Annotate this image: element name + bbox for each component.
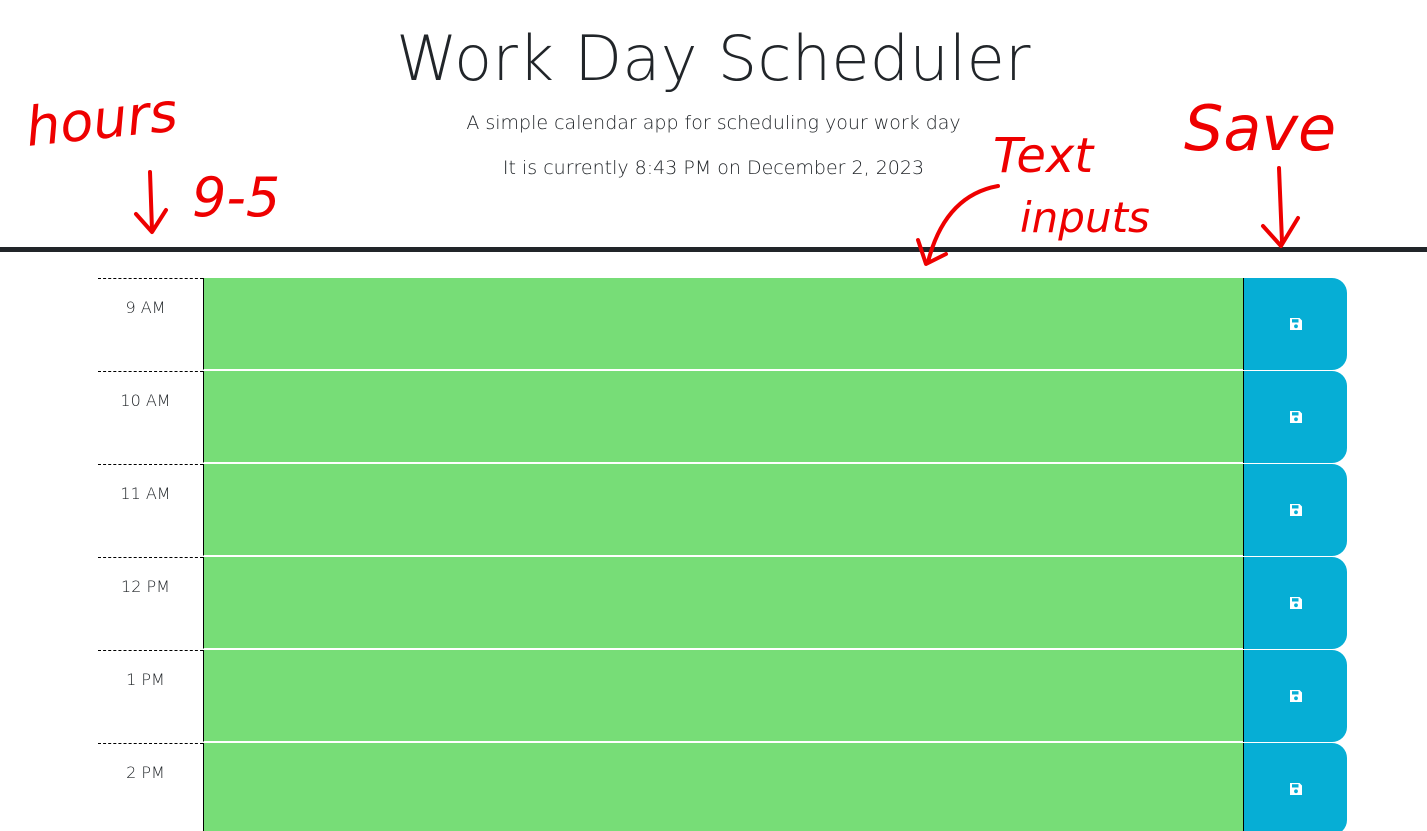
- event-text-input[interactable]: [203, 371, 1243, 463]
- hour-label: 9 AM: [98, 278, 203, 371]
- save-button[interactable]: [1243, 371, 1347, 463]
- floppy-disk-icon: [1289, 318, 1302, 330]
- page-header: Work Day Scheduler A simple calendar app…: [0, 0, 1427, 252]
- floppy-disk-icon: [1289, 411, 1302, 423]
- event-text-input[interactable]: [203, 557, 1243, 649]
- time-block-row: 1 PM: [98, 650, 1347, 743]
- hour-label: 10 AM: [98, 371, 203, 464]
- current-day: It is currently 8:43 PM on December 2, 2…: [502, 157, 925, 179]
- time-block-row: 9 AM: [98, 278, 1347, 371]
- save-button[interactable]: [1243, 464, 1347, 556]
- save-button[interactable]: [1243, 650, 1347, 742]
- event-text-input[interactable]: [203, 278, 1243, 370]
- hour-label: 12 PM: [98, 557, 203, 650]
- floppy-disk-icon: [1289, 504, 1302, 516]
- hour-label: 1 PM: [98, 650, 203, 743]
- schedule: 9 AM 10 AM 11 AM 12 PM 1 PM 2 PM: [98, 278, 1347, 831]
- save-button[interactable]: [1243, 743, 1347, 831]
- save-button[interactable]: [1243, 557, 1347, 649]
- hour-label: 2 PM: [98, 743, 203, 831]
- header-divider: [0, 247, 1427, 252]
- page-subtitle: A simple calendar app for scheduling you…: [466, 112, 961, 134]
- floppy-disk-icon: [1289, 690, 1302, 702]
- event-text-input[interactable]: [203, 743, 1243, 831]
- hour-label: 11 AM: [98, 464, 203, 557]
- page-title: Work Day Scheduler: [396, 22, 1031, 95]
- event-text-input[interactable]: [203, 650, 1243, 742]
- event-text-input[interactable]: [203, 464, 1243, 556]
- time-block-row: 2 PM: [98, 743, 1347, 831]
- floppy-disk-icon: [1289, 597, 1302, 609]
- time-block-row: 11 AM: [98, 464, 1347, 557]
- time-block-row: 12 PM: [98, 557, 1347, 650]
- floppy-disk-icon: [1289, 783, 1302, 795]
- save-button[interactable]: [1243, 278, 1347, 370]
- time-block-row: 10 AM: [98, 371, 1347, 464]
- scheduler-page: Work Day Scheduler A simple calendar app…: [0, 0, 1427, 831]
